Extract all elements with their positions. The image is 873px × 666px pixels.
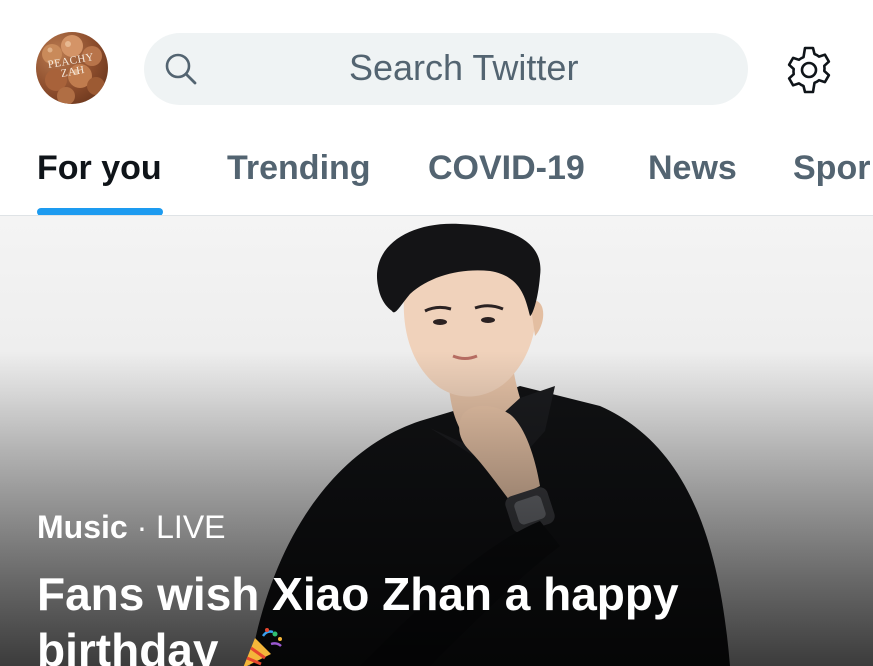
tab-trending[interactable]: Trending xyxy=(227,148,371,188)
trend-headline-text: Fans wish Xiao Zhan a happy birthday xyxy=(37,568,679,666)
search-icon xyxy=(165,53,197,85)
tab-news[interactable]: News xyxy=(648,148,737,188)
trend-separator: · xyxy=(127,509,157,545)
hero-trend-card[interactable]: Music · LIVE Fans wish Xiao Zhan a happy… xyxy=(0,216,873,666)
trend-live-badge: LIVE xyxy=(156,509,226,545)
trend-headline[interactable]: Fans wish Xiao Zhan a happy birthday xyxy=(37,566,837,666)
avatar[interactable]: PEACHY ZAH xyxy=(36,32,108,104)
search-placeholder[interactable]: Search Twitter xyxy=(349,46,578,90)
top-bar: PEACHY ZAH Search Twitter xyxy=(0,0,873,130)
twitter-explore-screen: PEACHY ZAH Search Twitter For you Trendi… xyxy=(0,0,873,666)
tab-covid-19[interactable]: COVID-19 xyxy=(428,148,585,188)
tab-for-you[interactable]: For you xyxy=(37,148,162,188)
trend-category: Music xyxy=(37,509,128,545)
gear-icon[interactable] xyxy=(783,44,835,96)
trend-meta: Music · LIVE xyxy=(37,508,226,546)
party-popper-icon xyxy=(244,628,283,666)
explore-tabs: For you Trending COVID-19 News Spor xyxy=(0,130,873,216)
tab-sports[interactable]: Spor xyxy=(793,148,870,188)
